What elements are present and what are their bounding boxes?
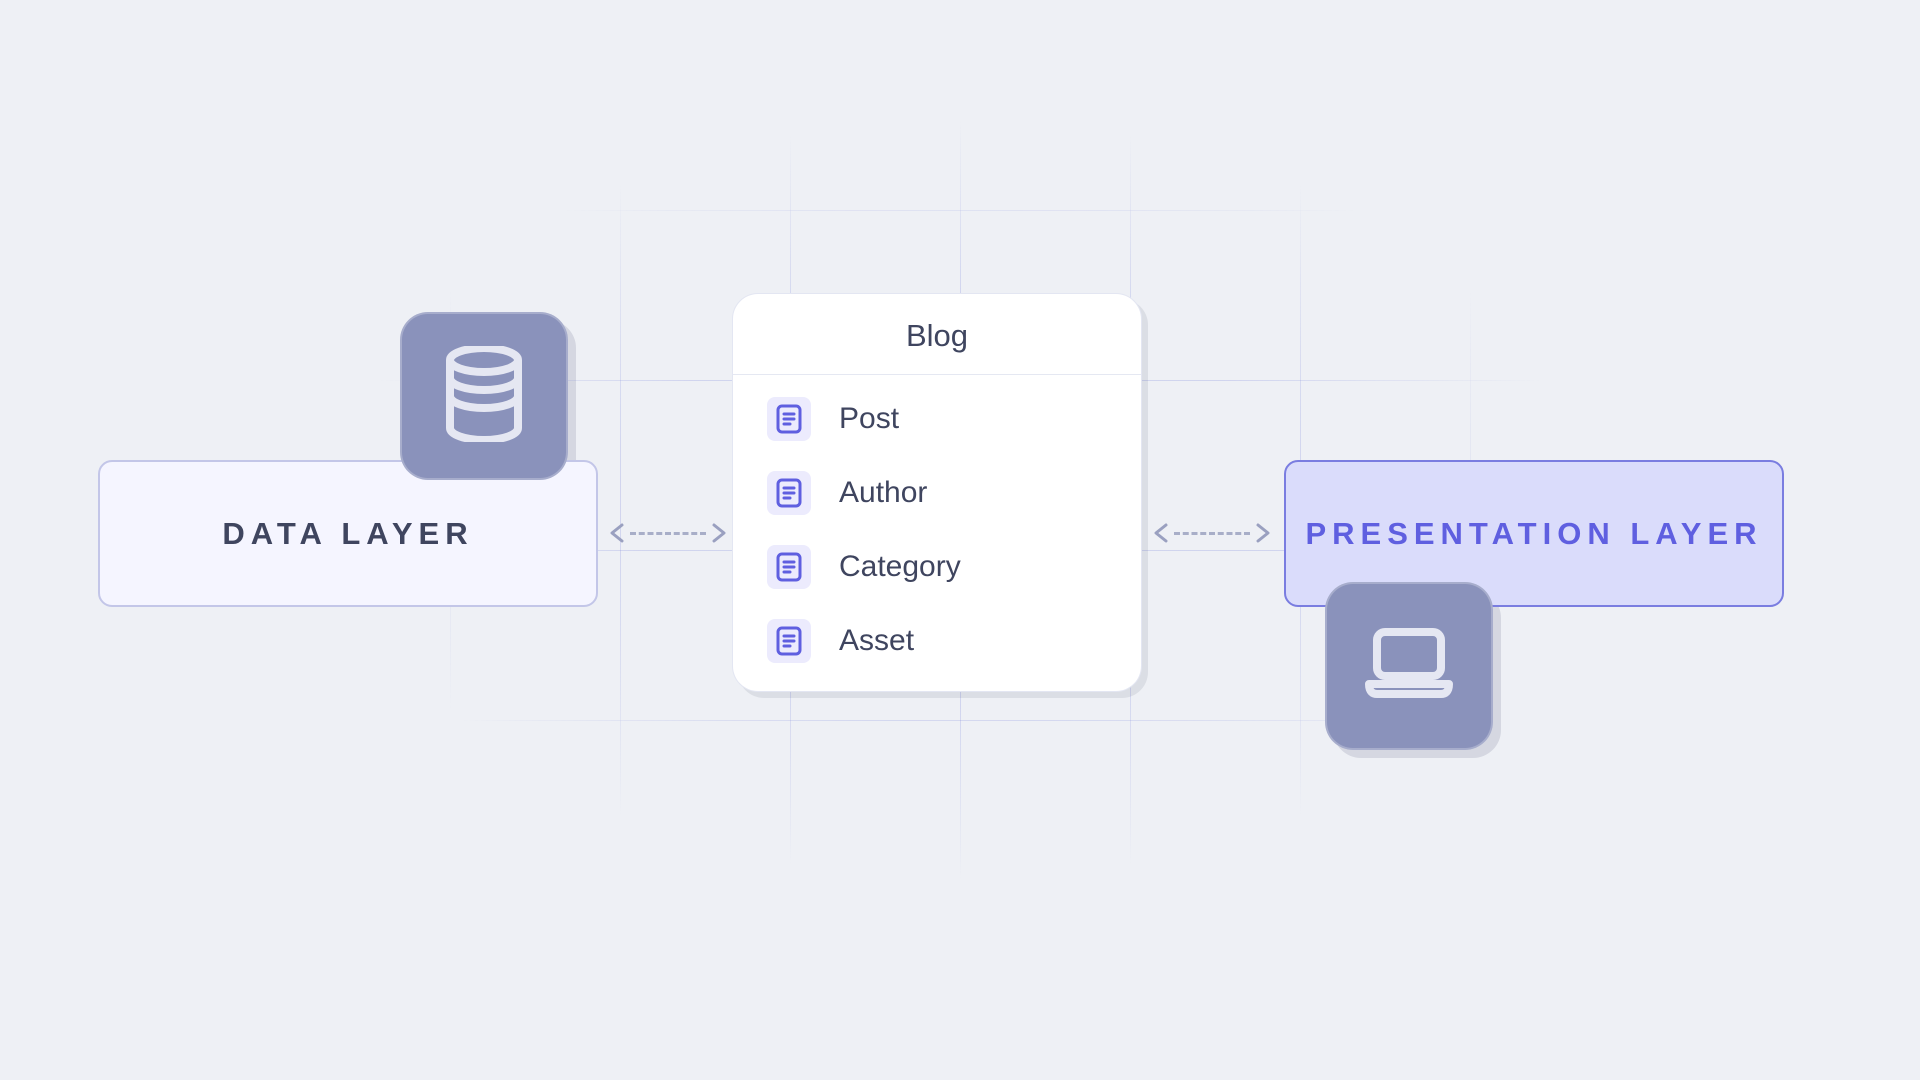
card-items: Post Author	[733, 375, 1141, 663]
arrow-right-icon	[1254, 521, 1272, 545]
data-layer-box: DATA LAYER	[98, 460, 598, 607]
data-layer-icon-tile	[400, 312, 568, 480]
item-label: Post	[839, 402, 899, 436]
item-label: Author	[839, 476, 927, 510]
card-title: Blog	[733, 294, 1141, 375]
content-type-post: Post	[767, 397, 1107, 441]
arrow-right-icon	[710, 521, 728, 545]
content-model-card: Blog Post	[732, 293, 1142, 692]
document-icon	[767, 619, 811, 663]
item-label: Category	[839, 550, 961, 584]
arrow-left-icon	[1152, 521, 1170, 545]
presentation-layer-label: PRESENTATION LAYER	[1305, 516, 1762, 552]
architecture-diagram: DATA LAYER Blog	[0, 0, 1920, 1080]
content-type-asset: Asset	[767, 619, 1107, 663]
data-layer-label: DATA LAYER	[222, 516, 473, 552]
arrow-left-icon	[608, 521, 626, 545]
connector-right	[1152, 523, 1272, 543]
content-type-author: Author	[767, 471, 1107, 515]
document-icon	[767, 545, 811, 589]
database-icon	[442, 346, 526, 447]
content-type-category: Category	[767, 545, 1107, 589]
document-icon	[767, 397, 811, 441]
document-icon	[767, 471, 811, 515]
item-label: Asset	[839, 624, 914, 658]
presentation-layer-icon-tile	[1325, 582, 1493, 750]
laptop-icon	[1361, 624, 1457, 709]
connector-left	[608, 523, 728, 543]
